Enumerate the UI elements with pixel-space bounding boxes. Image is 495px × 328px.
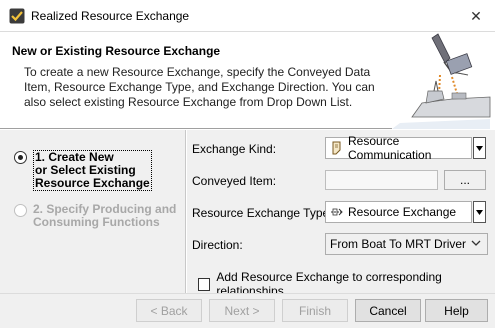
step-1-label: 1. Create New or Select Existing Resourc… xyxy=(33,150,152,191)
help-button[interactable]: Help xyxy=(425,299,488,322)
resource-exchange-icon xyxy=(330,205,344,219)
add-to-relationships-checkbox[interactable] xyxy=(198,277,211,291)
conveyed-item-browse-button[interactable]: ... xyxy=(444,170,486,190)
close-button[interactable]: ✕ xyxy=(464,5,488,27)
triangle-down-icon xyxy=(476,209,483,215)
close-icon: ✕ xyxy=(470,7,482,24)
direction-select[interactable]: From Boat To MRT Driver xyxy=(325,233,488,255)
step-2-radio xyxy=(14,204,27,217)
exchange-type-value: Resource Exchange xyxy=(348,205,457,219)
exchange-kind-dropdown-button[interactable] xyxy=(473,137,486,159)
window-title: Realized Resource Exchange xyxy=(31,9,190,23)
direction-value: From Boat To MRT Driver xyxy=(330,237,467,251)
exchange-kind-value: Resource Communication xyxy=(348,134,432,162)
conveyed-item-input[interactable] xyxy=(325,170,438,190)
conveyed-item-label: Conveyed Item: xyxy=(192,174,277,188)
cancel-button[interactable]: Cancel xyxy=(355,299,421,322)
exchange-type-label: Resource Exchange Type: xyxy=(192,206,333,220)
resource-communication-icon xyxy=(330,141,344,155)
header-description: To create a new Resource Exchange, speci… xyxy=(24,65,375,109)
exchange-type-combo[interactable]: Resource Exchange xyxy=(325,201,472,223)
chevron-down-icon xyxy=(471,240,481,246)
step-create-select[interactable]: 1. Create New or Select Existing Resourc… xyxy=(14,150,152,191)
title-bar: Realized Resource Exchange ✕ xyxy=(0,0,495,32)
header-title: New or Existing Resource Exchange xyxy=(12,44,221,58)
back-button[interactable]: < Back xyxy=(136,299,202,322)
exchange-kind-combo[interactable]: Resource Communication xyxy=(325,134,472,162)
triangle-down-icon xyxy=(476,145,483,151)
step-specify-functions: 2. Specify Producing and Consuming Funct… xyxy=(14,203,176,229)
wizard-header: New or Existing Resource Exchange To cre… xyxy=(0,33,495,129)
exchange-type-dropdown-button[interactable] xyxy=(473,201,486,223)
direction-label: Direction: xyxy=(192,238,243,252)
step-1-radio[interactable] xyxy=(14,151,27,164)
next-button[interactable]: Next > xyxy=(209,299,275,322)
app-icon xyxy=(9,8,25,24)
satellite-ship-illustration xyxy=(392,33,495,129)
exchange-kind-label: Exchange Kind: xyxy=(192,142,277,156)
finish-button[interactable]: Finish xyxy=(282,299,348,322)
step-2-label: 2. Specify Producing and Consuming Funct… xyxy=(33,202,177,229)
